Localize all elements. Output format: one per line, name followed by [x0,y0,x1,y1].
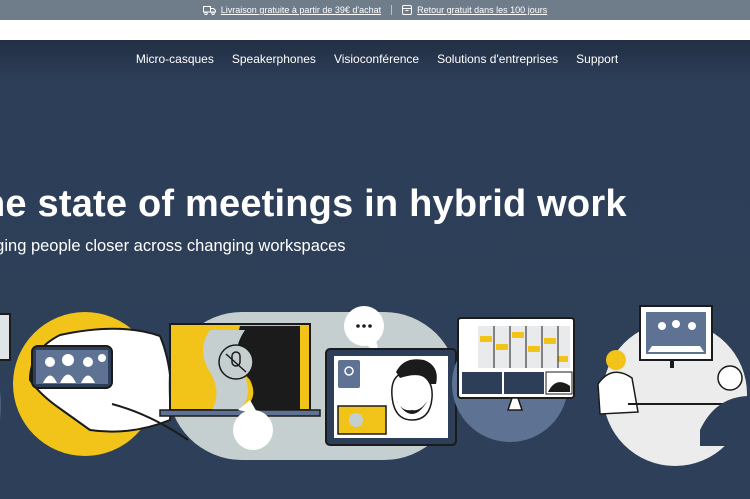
tablet-call-illustration [325,348,457,446]
left-screen-illustration [0,313,11,421]
nav-item-solutions-entreprises[interactable]: Solutions d'entreprises [433,52,558,66]
nav-item-micro-casques[interactable]: Micro-casques [132,52,214,66]
returns-text[interactable]: Retour gratuit dans les 100 jours [417,5,547,15]
divider [391,5,393,15]
phone-call-illustration [13,312,189,456]
nav-item-visioconference[interactable]: Visioconférence [330,52,419,66]
truck-icon [202,5,216,15]
main-nav: Micro-casques Speakerphones Visioconfére… [0,52,750,66]
hero-illustration [0,305,750,466]
nav-item-speakerphones[interactable]: Speakerphones [228,52,316,66]
hero-title: he state of meetings in hybrid work [0,183,627,225]
box-icon [402,5,413,15]
shipping-link[interactable]: Livraison gratuite à partir de 39€ d'ach… [202,5,381,15]
announcement-bar: Livraison gratuite à partir de 39€ d'ach… [0,0,750,20]
meeting-room-illustration [597,305,750,466]
header-bar [0,20,750,40]
returns-link[interactable]: Retour gratuit dans les 100 jours [402,5,547,15]
shipping-text[interactable]: Livraison gratuite à partir de 39€ d'ach… [221,5,381,15]
hero-subtitle: nging people closer across changing work… [0,237,346,255]
nav-item-support[interactable]: Support [572,52,618,66]
monitor-calendar-illustration [452,317,575,442]
